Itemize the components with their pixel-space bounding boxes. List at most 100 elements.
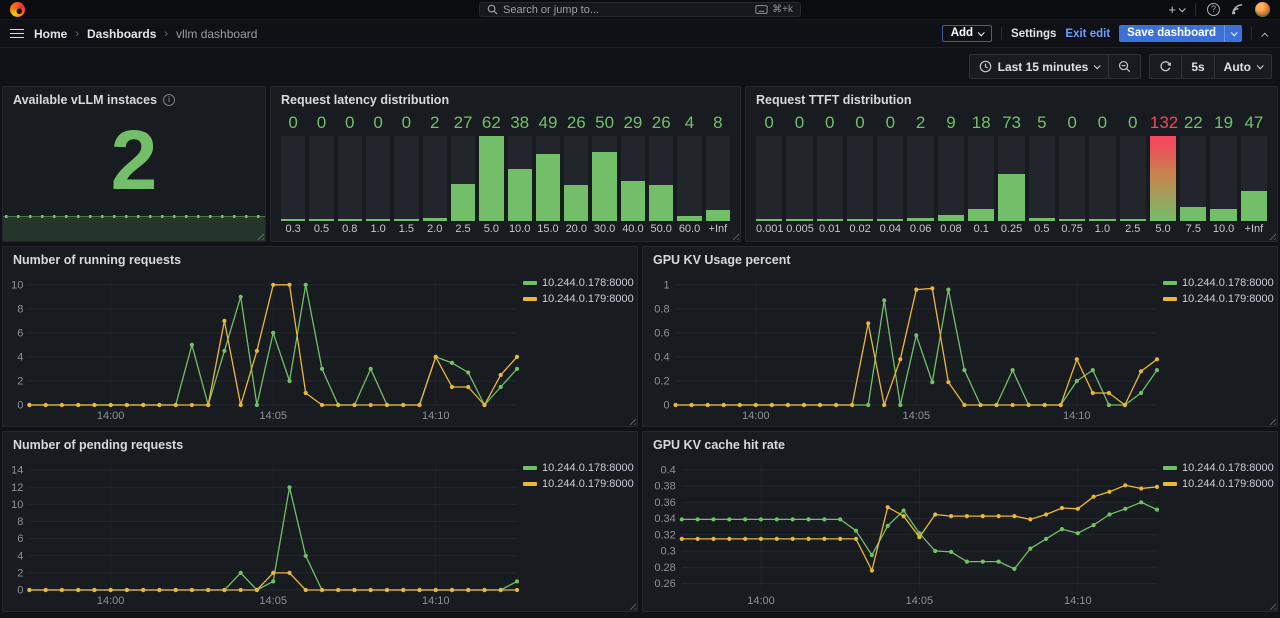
series-point xyxy=(109,403,113,407)
series-point xyxy=(385,588,389,592)
refresh-mode-picker[interactable]: Auto xyxy=(1214,55,1271,78)
bar-track xyxy=(309,136,333,221)
user-avatar[interactable] xyxy=(1255,2,1270,17)
help-icon[interactable]: ? xyxy=(1207,3,1220,16)
series-point xyxy=(499,385,503,389)
chevron-down-icon xyxy=(1257,62,1264,69)
bar-category-label: 5.0 xyxy=(479,221,503,237)
series-point xyxy=(680,537,684,541)
series-point xyxy=(838,537,842,541)
divider xyxy=(1001,27,1002,40)
news-feed-icon[interactable] xyxy=(1231,3,1244,16)
save-dashboard-button[interactable]: Save dashboard xyxy=(1119,25,1242,42)
series-point xyxy=(206,403,210,407)
search-bar[interactable]: ⌘+k xyxy=(479,2,801,17)
series-point xyxy=(482,588,486,592)
series-point xyxy=(711,517,715,521)
running-requests-chart[interactable]: 024681014:0014:0514:10 xyxy=(7,271,523,424)
x-axis-label: 14:00 xyxy=(97,410,125,422)
series-point xyxy=(981,560,985,564)
bar-gauge-column: 00.3 xyxy=(281,112,305,237)
grafana-logo-icon[interactable] xyxy=(10,2,25,17)
time-range-picker[interactable]: Last 15 minutes xyxy=(970,55,1109,78)
y-axis-label: 1 xyxy=(663,279,669,291)
series-point xyxy=(141,588,145,592)
legend-item[interactable]: 10.244.0.179:8000 xyxy=(1163,293,1274,305)
series-point xyxy=(1011,368,1015,372)
bar-category-label: 15.0 xyxy=(536,221,560,237)
bar-category-label: 0.02 xyxy=(847,221,873,237)
x-axis-label: 14:00 xyxy=(97,595,125,607)
bar-gauge-column: 00.001 xyxy=(756,112,782,237)
bar-track xyxy=(1089,136,1115,221)
bar-gauge-column: 625.0 xyxy=(479,112,503,237)
series-point xyxy=(287,379,291,383)
bar-value-label: 0 xyxy=(786,112,812,136)
panel-title[interactable]: GPU KV cache hit rate xyxy=(643,432,1277,454)
bar-value-label: 26 xyxy=(564,112,588,136)
x-axis-label: 14:05 xyxy=(903,410,931,422)
series-point xyxy=(834,403,838,407)
series-point xyxy=(962,368,966,372)
series-point xyxy=(965,560,969,564)
series-point xyxy=(76,588,80,592)
breadcrumb-dashboards[interactable]: Dashboards xyxy=(87,27,156,41)
series-point xyxy=(775,517,779,521)
legend-swatch xyxy=(523,482,537,486)
legend-item[interactable]: 10.244.0.178:8000 xyxy=(523,462,634,474)
bar-track xyxy=(706,136,730,221)
y-axis-label: 2 xyxy=(17,375,23,387)
bar-gauge-column: 01.0 xyxy=(366,112,390,237)
pending-requests-chart[interactable]: 0246810121414:0014:0514:10 xyxy=(7,456,523,609)
bar-gauge-column: 00.02 xyxy=(847,112,873,237)
legend-item[interactable]: 10.244.0.179:8000 xyxy=(523,293,634,305)
legend-item[interactable]: 10.244.0.178:8000 xyxy=(1163,277,1274,289)
save-options-button[interactable] xyxy=(1224,25,1242,42)
bar-value-label: 2 xyxy=(423,112,447,136)
legend-item[interactable]: 10.244.0.179:8000 xyxy=(1163,478,1274,490)
series-point xyxy=(930,286,934,290)
new-menu-button[interactable]: + xyxy=(1168,3,1184,16)
settings-button[interactable]: Settings xyxy=(1011,28,1056,40)
add-button[interactable]: Add xyxy=(942,25,992,42)
x-axis-label: 14:05 xyxy=(906,595,934,607)
legend-item[interactable]: 10.244.0.178:8000 xyxy=(523,277,634,289)
bar-track xyxy=(756,136,782,221)
panel-title[interactable]: Number of running requests xyxy=(3,247,637,269)
bar-track xyxy=(281,136,305,221)
search-input[interactable] xyxy=(503,4,750,16)
bar-gauge-column: 22.0 xyxy=(423,112,447,237)
bar-value-label: 73 xyxy=(998,112,1024,136)
collapse-topbar-button[interactable] xyxy=(1261,25,1270,43)
series-point xyxy=(1091,391,1095,395)
panel-title[interactable]: GPU KV Usage percent xyxy=(643,247,1277,269)
bar-value-label: 62 xyxy=(479,112,503,136)
series-point xyxy=(949,550,953,554)
zoom-out-button[interactable] xyxy=(1108,55,1140,78)
bar-fill xyxy=(592,152,616,221)
series-point xyxy=(304,588,308,592)
panel-title[interactable]: Number of pending requests xyxy=(3,432,637,454)
series-point xyxy=(190,403,194,407)
bar-gauge-column: 00.005 xyxy=(786,112,812,237)
cache-hit-rate-chart[interactable]: 0.260.280.30.320.340.360.380.414:0014:05… xyxy=(647,456,1163,609)
exit-edit-button[interactable]: Exit edit xyxy=(1065,28,1110,40)
legend-item[interactable]: 10.244.0.178:8000 xyxy=(1163,462,1274,474)
series-point xyxy=(727,537,731,541)
legend-item[interactable]: 10.244.0.179:8000 xyxy=(523,478,634,490)
menu-toggle-icon[interactable] xyxy=(10,29,24,39)
series-point xyxy=(850,403,854,407)
refresh-interval-label[interactable]: 5s xyxy=(1181,55,1213,78)
breadcrumb-home[interactable]: Home xyxy=(34,27,67,41)
panel-title[interactable]: Request TTFT distribution xyxy=(746,87,1277,109)
kv-usage-chart[interactable]: 00.20.40.60.8114:0014:0514:10 xyxy=(647,271,1163,424)
refresh-button[interactable] xyxy=(1150,55,1181,78)
time-range-label: Last 15 minutes xyxy=(998,60,1089,74)
chevron-down-icon xyxy=(978,29,985,36)
series-point xyxy=(870,553,874,557)
bar-track xyxy=(938,136,964,221)
panel-title[interactable]: Request latency distribution xyxy=(271,87,740,109)
series-point xyxy=(1028,547,1032,551)
chevron-down-icon xyxy=(1231,29,1238,36)
series-point xyxy=(1123,483,1127,487)
